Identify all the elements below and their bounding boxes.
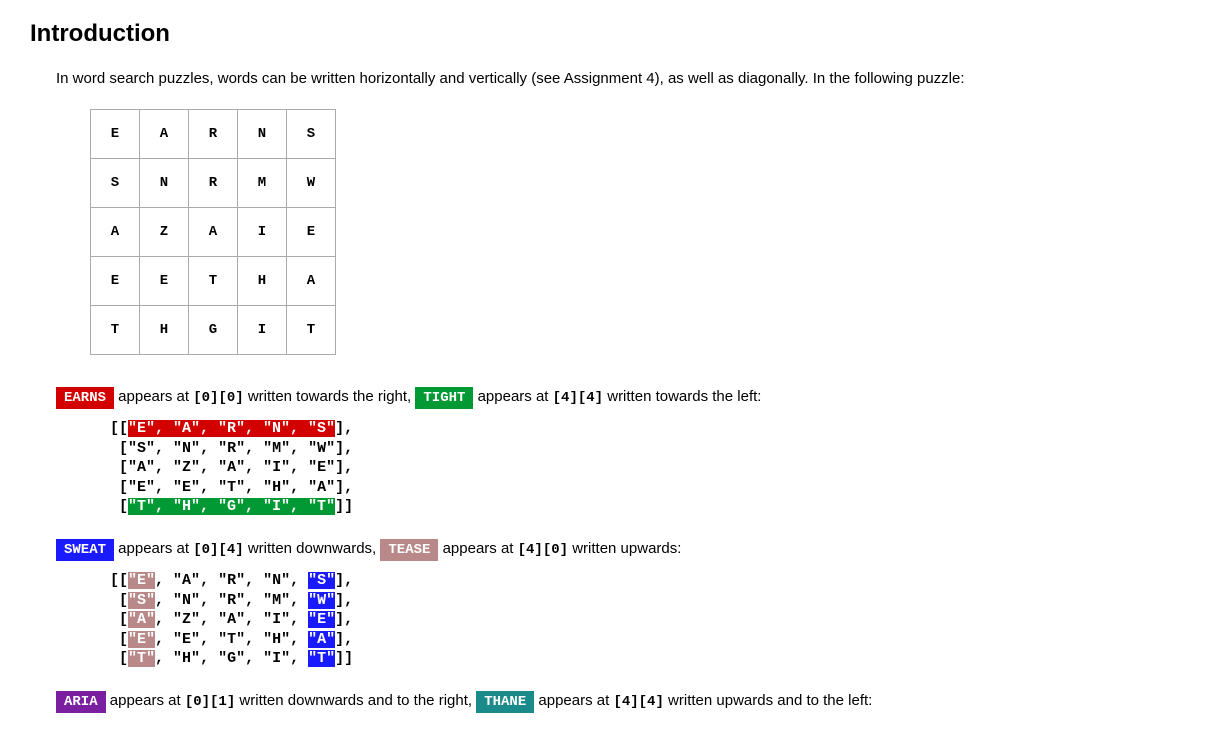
grid-cell: A — [189, 208, 238, 257]
intro-paragraph: In word search puzzles, words can be wri… — [56, 68, 1187, 89]
page-title: Introduction — [30, 20, 1187, 48]
grid-cell: E — [287, 208, 336, 257]
grid-cell: G — [189, 306, 238, 355]
badge-sweat: SWEAT — [56, 539, 114, 561]
grid-cell: Z — [140, 208, 189, 257]
badge-earns: EARNS — [56, 387, 114, 409]
grid-cell: I — [238, 306, 287, 355]
code-block-1: [["E", "A", "R", "N", "S"], ["S", "N", "… — [110, 419, 1187, 517]
grid-cell: A — [287, 257, 336, 306]
grid-cell: N — [238, 110, 287, 159]
grid-cell: T — [287, 306, 336, 355]
grid-cell: R — [189, 159, 238, 208]
badge-tease: TEASE — [380, 539, 438, 561]
grid-cell: W — [287, 159, 336, 208]
grid-cell: S — [91, 159, 140, 208]
grid-cell: M — [238, 159, 287, 208]
badge-aria: ARIA — [56, 691, 106, 713]
grid-cell: E — [91, 257, 140, 306]
statement-earns-tight: EARNS appears at [0][0] written towards … — [56, 385, 1187, 409]
grid-cell: E — [140, 257, 189, 306]
grid-cell: S — [287, 110, 336, 159]
grid-cell: A — [140, 110, 189, 159]
puzzle-grid: EARNSSNRMWAZAIEEETHATHGIT — [90, 109, 1187, 355]
grid-cell: T — [91, 306, 140, 355]
badge-thane: THANE — [476, 691, 534, 713]
grid-cell: T — [189, 257, 238, 306]
grid-cell: N — [140, 159, 189, 208]
code-block-2: [["E", "A", "R", "N", "S"], ["S", "N", "… — [110, 571, 1187, 669]
statement-aria-thane: ARIA appears at [0][1] written downwards… — [56, 689, 1187, 713]
grid-cell: E — [91, 110, 140, 159]
statement-sweat-tease: SWEAT appears at [0][4] written downward… — [56, 537, 1187, 561]
grid-cell: H — [238, 257, 287, 306]
grid-cell: A — [91, 208, 140, 257]
grid-cell: R — [189, 110, 238, 159]
grid-cell: I — [238, 208, 287, 257]
grid-cell: H — [140, 306, 189, 355]
badge-tight: TIGHT — [415, 387, 473, 409]
